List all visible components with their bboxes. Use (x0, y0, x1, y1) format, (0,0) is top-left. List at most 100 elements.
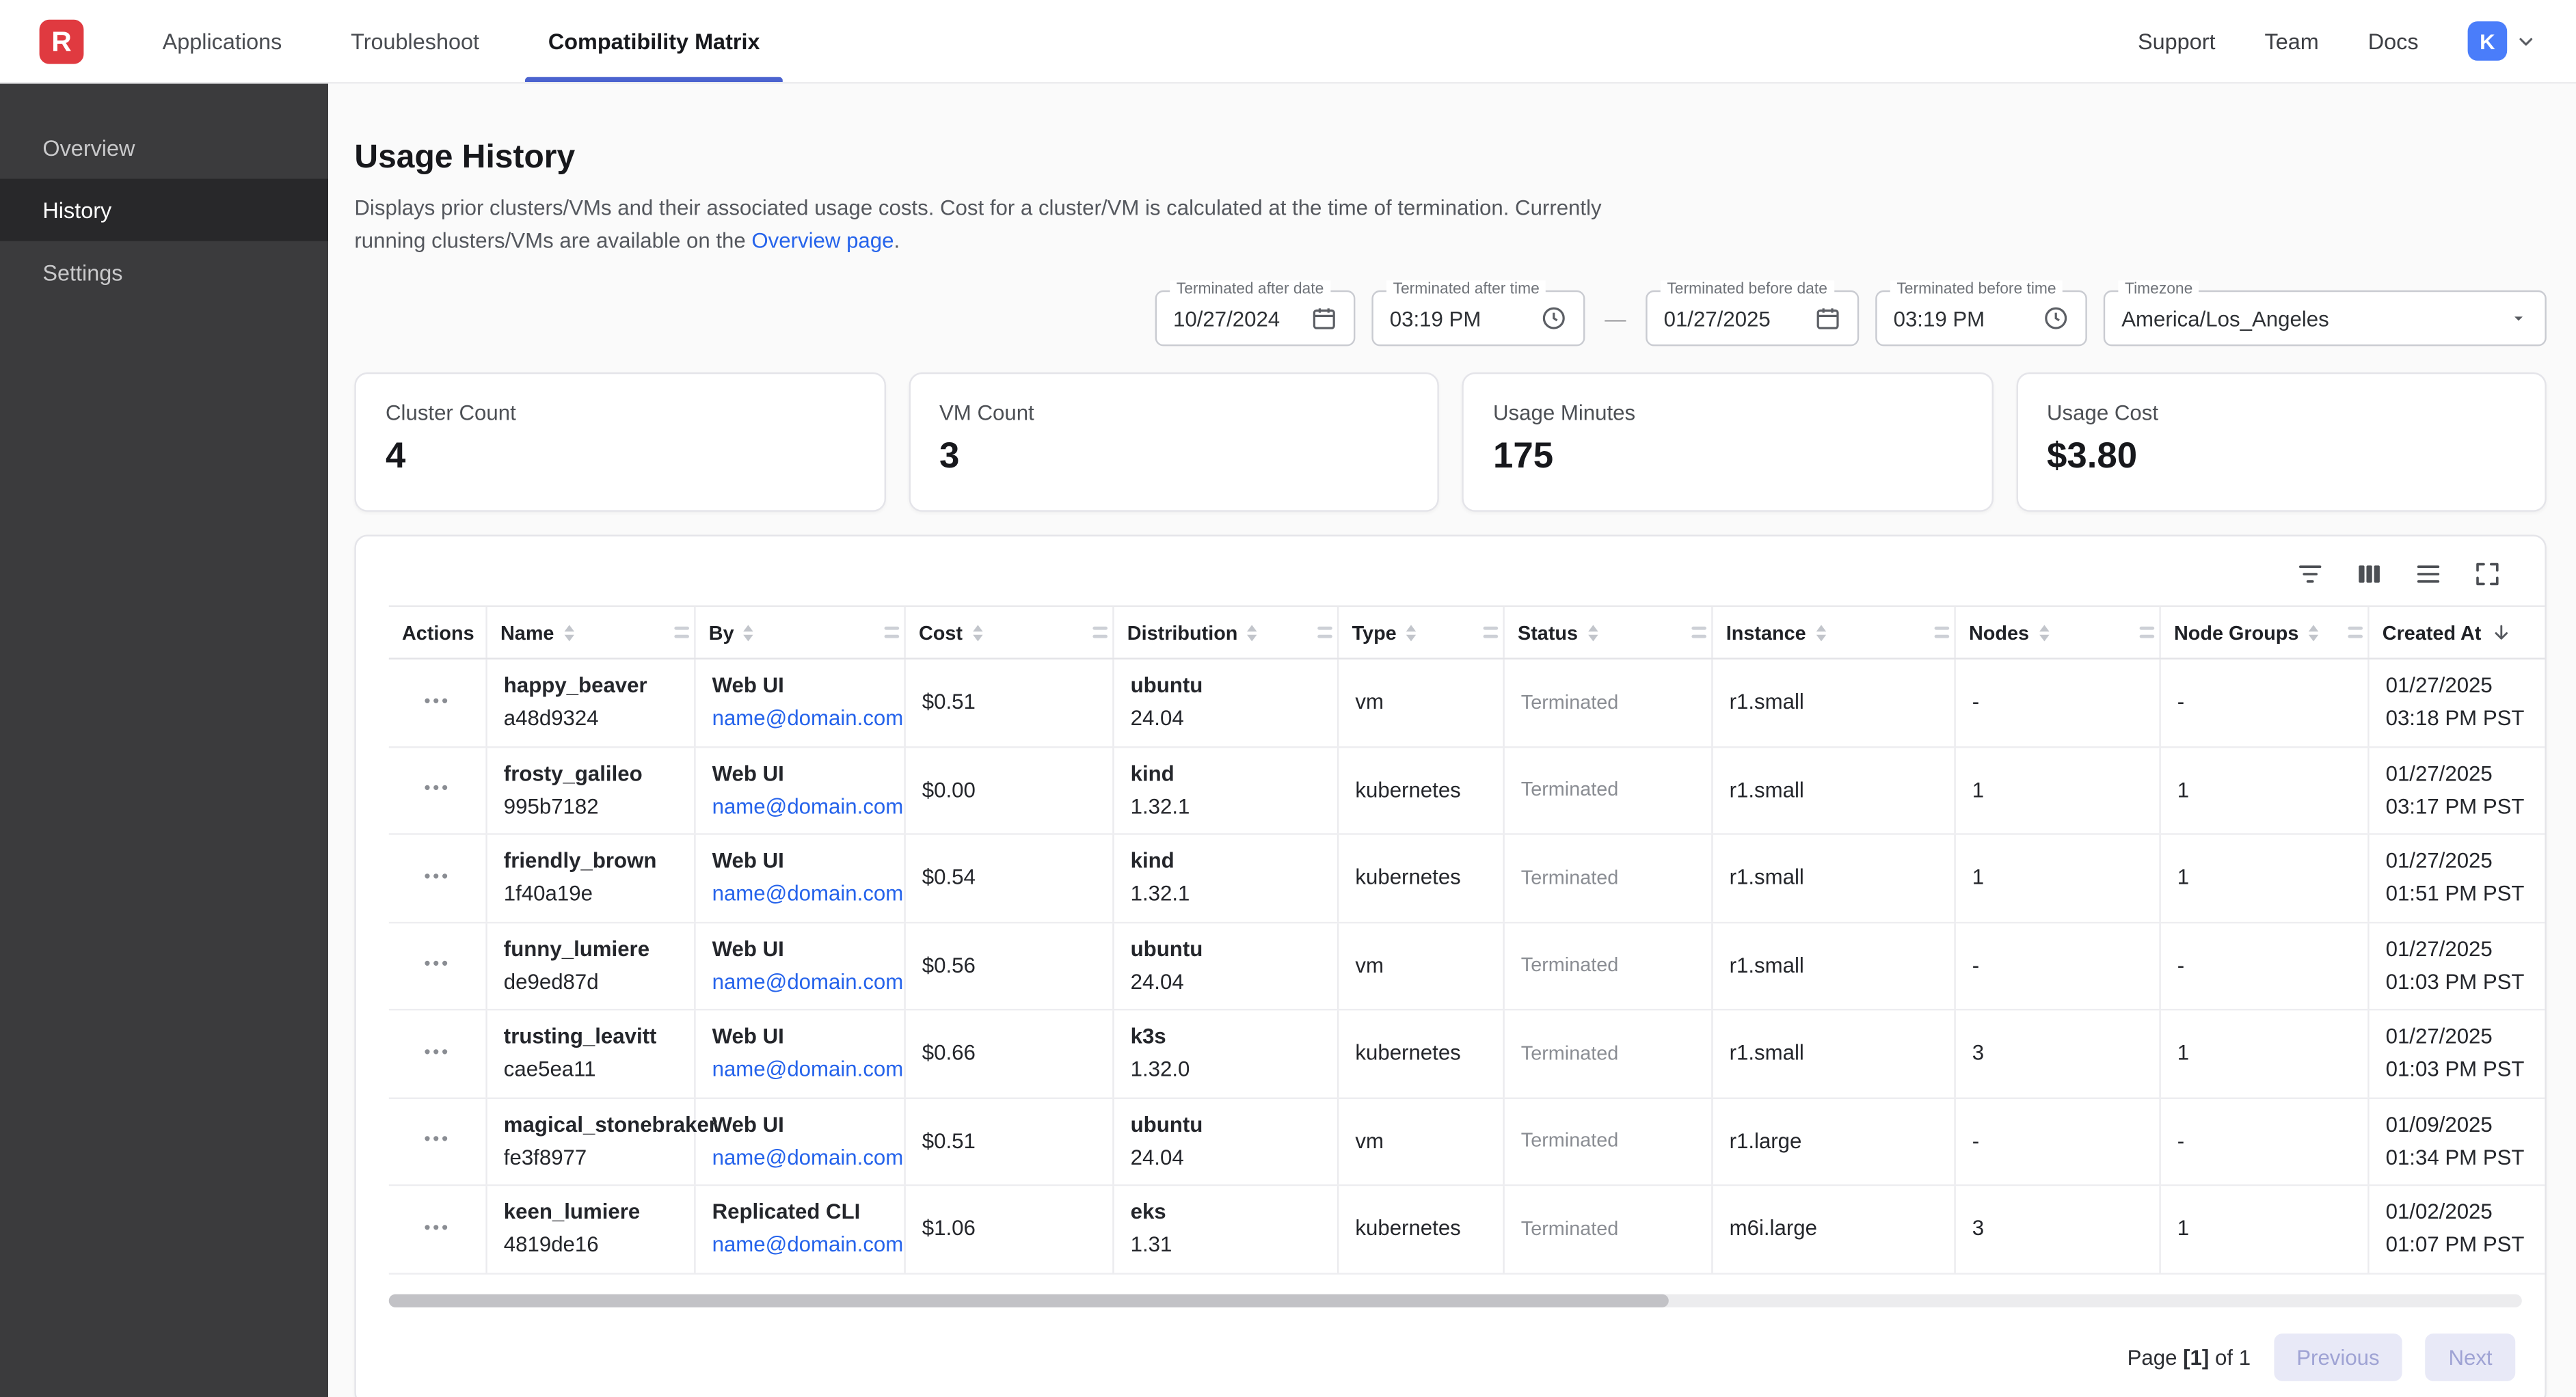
table-row: ••• happy_beaver a48d9324 Web UI name@do… (389, 660, 2545, 747)
column-resize-handle[interactable] (2348, 627, 2363, 638)
created-by-email-link[interactable]: name@domain.com (712, 1145, 888, 1171)
avatar[interactable]: K (2468, 21, 2508, 61)
nav-item-troubleshoot[interactable]: Troubleshoot (325, 0, 506, 82)
by-cell: Web UI name@domain.com (696, 660, 906, 746)
created-by-email-link[interactable]: name@domain.com (712, 969, 888, 996)
instance-value: r1.small (1730, 1040, 1938, 1067)
sidebar-item-settings[interactable]: Settings (0, 241, 328, 303)
more-horizontal-icon[interactable]: ••• (424, 781, 451, 799)
next-page-button[interactable]: Next (2426, 1333, 2515, 1381)
more-horizontal-icon[interactable]: ••• (424, 869, 451, 886)
nav-item-team[interactable]: Team (2265, 29, 2319, 53)
more-horizontal-icon[interactable]: ••• (424, 1044, 451, 1062)
fullscreen-icon[interactable] (2473, 559, 2502, 588)
date-range-separator: — (1605, 306, 1626, 331)
terminated-after-date-field[interactable]: Terminated after date 10/27/2024 (1155, 290, 1356, 347)
column-header-node-groups[interactable]: Node Groups (2161, 607, 2370, 657)
previous-page-button[interactable]: Previous (2274, 1333, 2403, 1381)
nodes-value: - (1972, 1128, 2143, 1154)
terminated-after-time-field[interactable]: Terminated after time 03:19 PM (1371, 290, 1585, 347)
created-by-source: Web UI (712, 936, 888, 962)
density-icon[interactable] (2413, 559, 2443, 588)
nodes-cell: 1 (1956, 747, 2161, 833)
terminated-after-time-value: 03:19 PM (1390, 306, 1528, 331)
nav-item-applications[interactable]: Applications (136, 0, 308, 82)
column-label: Type (1352, 621, 1397, 644)
by-cell: Web UI name@domain.com (696, 1098, 906, 1184)
created-at-cell: 01/02/2025 01:07 PM PST (2370, 1186, 2545, 1272)
column-resize-handle[interactable] (1092, 627, 1108, 638)
instance-cell: r1.large (1713, 1098, 1956, 1184)
created-time: 01:03 PM PST (2386, 1057, 2529, 1083)
more-horizontal-icon[interactable]: ••• (424, 957, 451, 975)
horizontal-scrollbar[interactable] (389, 1293, 2522, 1306)
column-resize-handle[interactable] (885, 627, 900, 638)
column-header-instance[interactable]: Instance (1713, 607, 1956, 657)
created-by-email-link[interactable]: name@domain.com (712, 1057, 888, 1083)
terminated-before-date-field[interactable]: Terminated before date 01/27/2025 (1646, 290, 1859, 347)
sidebar-item-overview[interactable]: Overview (0, 116, 328, 178)
created-time: 03:17 PM PST (2386, 794, 2529, 820)
column-label: Actions (402, 621, 474, 644)
created-by-email-link[interactable]: name@domain.com (712, 1232, 888, 1259)
distribution-version: 24.04 (1131, 1145, 1321, 1171)
summary-stats: Cluster Count 4 VM Count 3 Usage Minutes… (354, 372, 2546, 512)
column-header-type[interactable]: Type (1339, 607, 1504, 657)
created-time: 01:03 PM PST (2386, 969, 2529, 996)
column-resize-handle[interactable] (1317, 627, 1332, 638)
created-date: 01/27/2025 (2386, 1024, 2529, 1050)
created-by-email-link[interactable]: name@domain.com (712, 794, 888, 820)
column-resize-handle[interactable] (1484, 627, 1499, 638)
column-header-distribution[interactable]: Distribution (1114, 607, 1339, 657)
row-actions-cell: ••• (389, 923, 487, 1009)
column-header-by[interactable]: By (696, 607, 906, 657)
calendar-icon[interactable] (1311, 305, 1337, 331)
terminated-before-time-field[interactable]: Terminated before time 03:19 PM (1875, 290, 2087, 347)
instance-cell: r1.small (1713, 923, 1956, 1009)
created-by-email-link[interactable]: name@domain.com (712, 706, 888, 733)
cost-value: $0.51 (922, 1128, 1096, 1154)
overview-page-link[interactable]: Overview page (751, 228, 894, 253)
instance-cell: r1.small (1713, 747, 1956, 833)
account-menu[interactable]: K (2468, 21, 2537, 61)
column-resize-handle[interactable] (1691, 627, 1706, 638)
nodes-value: 3 (1972, 1040, 2143, 1067)
created-by-source: Replicated CLI (712, 1199, 888, 1225)
name-cell: magical_stonebraker fe3f8977 (487, 1098, 696, 1184)
column-header-created-at[interactable]: Created At (2370, 607, 2545, 657)
column-header-name[interactable]: Name (487, 607, 696, 657)
replicated-logo-icon[interactable]: R (40, 20, 84, 64)
status-cell: Terminated (1505, 660, 1713, 746)
sort-icon (1248, 624, 1257, 640)
clock-icon[interactable] (1541, 305, 1567, 331)
stat-label: Cluster Count (386, 401, 854, 425)
stat-label: Usage Minutes (1493, 401, 1961, 425)
column-resize-handle[interactable] (674, 627, 689, 638)
more-horizontal-icon[interactable]: ••• (424, 694, 451, 711)
column-header-cost[interactable]: Cost (906, 607, 1114, 657)
columns-icon[interactable] (2354, 559, 2384, 588)
page-title: Usage History (354, 139, 2546, 177)
nav-item-support[interactable]: Support (2138, 29, 2216, 53)
created-by-email-link[interactable]: name@domain.com (712, 881, 888, 908)
column-header-nodes[interactable]: Nodes (1956, 607, 2161, 657)
name-cell: funny_lumiere de9ed87d (487, 923, 696, 1009)
more-horizontal-icon[interactable]: ••• (424, 1220, 451, 1238)
filter-icon[interactable] (2296, 559, 2325, 588)
nav-item-docs[interactable]: Docs (2368, 29, 2419, 53)
created-at-cell: 01/27/2025 03:18 PM PST (2370, 660, 2545, 746)
column-resize-handle[interactable] (1935, 627, 1950, 638)
instance-value: r1.large (1730, 1128, 1938, 1154)
sidebar-item-history[interactable]: History (0, 179, 328, 241)
clock-icon[interactable] (2043, 305, 2069, 331)
column-header-status[interactable]: Status (1505, 607, 1713, 657)
calendar-icon[interactable] (1814, 305, 1840, 331)
nav-item-compatibility-matrix[interactable]: Compatibility Matrix (522, 0, 786, 82)
status-value: Terminated (1521, 866, 1695, 891)
column-label: Created At (2383, 621, 2482, 644)
distribution-version: 1.32.0 (1131, 1057, 1321, 1083)
timezone-select[interactable]: Timezone America/Los_Angeles (2104, 290, 2547, 347)
more-horizontal-icon[interactable]: ••• (424, 1132, 451, 1150)
scrollbar-thumb[interactable] (389, 1293, 1669, 1306)
column-resize-handle[interactable] (2140, 627, 2155, 638)
